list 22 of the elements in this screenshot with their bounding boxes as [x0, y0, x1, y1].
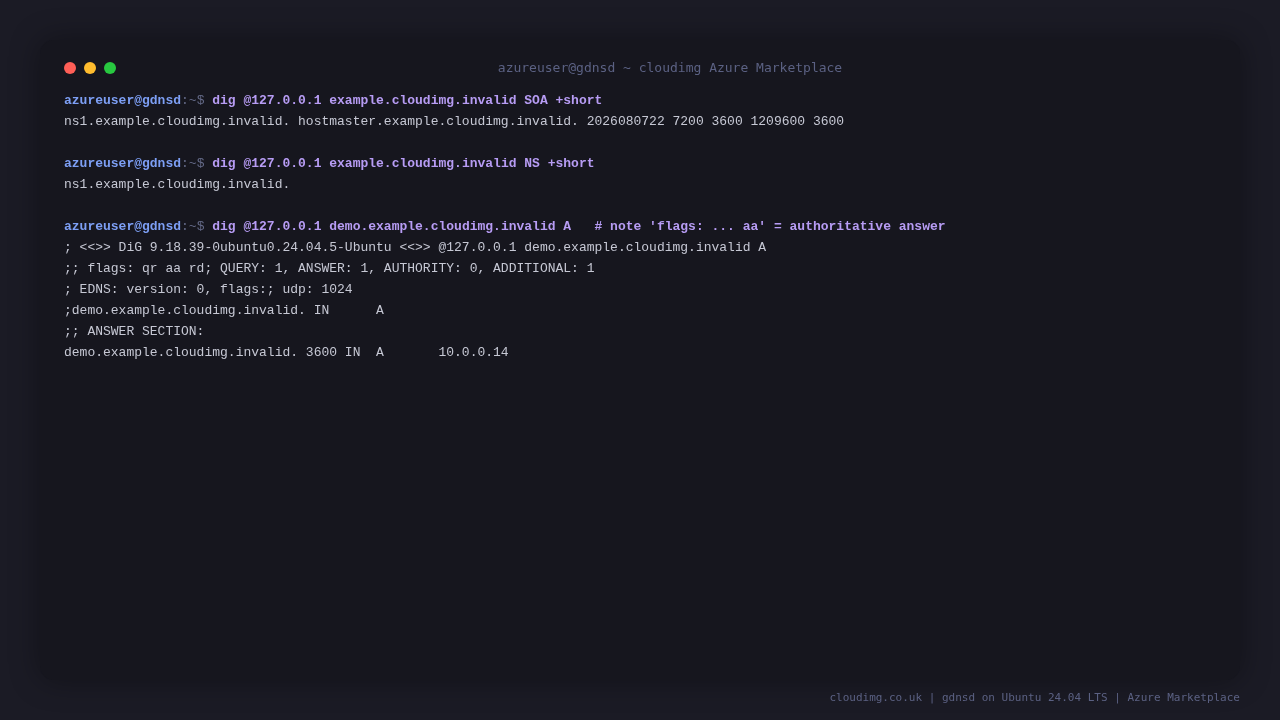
prompt-path: :~$ — [181, 156, 205, 171]
prompt-user: azureuser@gdnsd — [64, 156, 182, 171]
output-line: ns1.example.cloudimg.invalid. — [64, 177, 291, 192]
footer-text: cloudimg.co.uk | gdnsd on Ubuntu 24.04 LTS | Azure Marketplace — [828, 690, 1240, 706]
close-icon[interactable] — [64, 62, 76, 74]
window-title: azureuser@gdnsd ~ cloudimg Azure Marketplace — [496, 60, 844, 76]
maximize-icon[interactable] — [104, 62, 116, 74]
prompt-user: azureuser@gdnsd — [64, 219, 182, 234]
output-line: ;; ANSWER SECTION: — [64, 324, 205, 339]
output-line: ;; flags: qr aa rd; QUERY: 1, ANSWER: 1, AUTHORITY: 0, ADDITIONAL: 1 — [64, 261, 595, 276]
output-line: ; <<>> DiG 9.18.39-0ubuntu0.24.04.5-Ubuntu <<>> @127.0.0.1 demo.example.cloudimg.invalid A — [64, 240, 767, 255]
output-line: ;demo.example.cloudimg.invalid. IN A — [64, 303, 384, 318]
command-text: dig @127.0.0.1 demo.example.cloudimg.invalid A # note 'flags: ... aa' = authoritative answer — [212, 219, 946, 234]
command-text: dig @127.0.0.1 example.cloudimg.invalid NS +short — [212, 156, 595, 171]
output-line: demo.example.cloudimg.invalid. 3600 IN A 10.0.0.14 — [64, 345, 509, 360]
prompt-user: azureuser@gdnsd — [64, 93, 182, 108]
minimize-icon[interactable] — [84, 62, 96, 74]
prompt-path: :~$ — [181, 219, 205, 234]
output-line: ns1.example.cloudimg.invalid. hostmaster.example.cloudimg.invalid. 2026080722 7200 3600 1209600 3600 — [64, 114, 845, 129]
command-text: dig @127.0.0.1 example.cloudimg.invalid SOA +short — [212, 93, 603, 108]
output-line: ; EDNS: version: 0, flags:; udp: 1024 — [64, 282, 353, 297]
prompt-path: :~$ — [181, 93, 205, 108]
